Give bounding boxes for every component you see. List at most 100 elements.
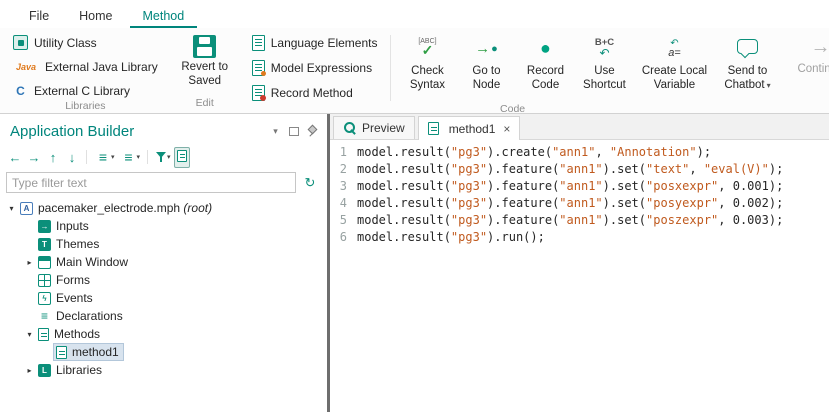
language-elements-icon (252, 35, 265, 51)
tree-item-label: Declarations (56, 309, 123, 323)
app-builder-tree: ▾Apacemaker_electrode.mph (root)→InputsT… (0, 196, 325, 412)
model-expressions-button[interactable]: Model Expressions (247, 58, 383, 78)
code-text: model.result("pg3").create("ann1", "Anno… (357, 144, 711, 161)
button-label: Utility Class (34, 36, 97, 50)
themes-icon: T (38, 238, 51, 251)
tree-item-methods[interactable]: ▾ Methods (0, 325, 325, 343)
toolbar-separator (147, 150, 148, 164)
tree-item-suffix: (root) (180, 201, 212, 215)
app-builder-toolbar (0, 144, 325, 170)
editor-tab-method1[interactable]: method1 × (418, 116, 521, 140)
check-syntax-button[interactable]: Check Syntax (399, 33, 455, 95)
collapse-nodes-menu-button[interactable] (118, 147, 143, 167)
editor-tools-toggle-button[interactable] (174, 147, 190, 168)
code-text: model.result("pg3").run(); (357, 229, 545, 246)
comsol-application-builder-window: File Home Method Utility Class External … (0, 0, 829, 412)
use-shortcut-icon (589, 35, 619, 62)
refresh-icon[interactable] (301, 174, 319, 192)
check-syntax-icon (411, 35, 443, 62)
ribbon-group-edit: Revert to Saved Edit (171, 28, 239, 113)
editor-area: Preview method1 × 1model.result("pg3").cre… (330, 114, 829, 412)
tree-item-inputs[interactable]: →Inputs (0, 217, 325, 235)
tree-item-box: ≡ Declarations (35, 307, 128, 325)
chatbot-bubble-icon (735, 35, 759, 62)
button-label: Continue (797, 63, 829, 77)
code-line: 5model.result("pg3").feature("ann1").set… (330, 212, 829, 229)
button-label: Go to Node (460, 65, 512, 93)
editor-tab-Preview[interactable]: Preview (333, 116, 415, 139)
tree-item-method1[interactable]: method1 (0, 343, 325, 361)
tree-item-label: method1 (72, 345, 119, 359)
collapse-twisty-icon[interactable]: ▾ (24, 330, 35, 339)
collapse-twisty-icon[interactable]: ▾ (6, 204, 17, 213)
move-down-icon[interactable] (63, 148, 81, 166)
record-code-button[interactable]: Record Code (517, 33, 573, 95)
editor-tab-label: method1 (449, 122, 496, 136)
java-icon (13, 59, 39, 74)
button-label: Record Code (519, 65, 571, 93)
utility-class-button[interactable]: Utility Class (8, 33, 102, 52)
tab-method[interactable]: Method (130, 3, 198, 28)
methods-icon (38, 328, 49, 341)
expand-twisty-icon[interactable]: ▸ (24, 366, 35, 375)
tree-item-main-window[interactable]: ▸Main Window (0, 253, 325, 271)
forward-icon[interactable] (25, 148, 43, 166)
close-tab-icon[interactable]: × (503, 122, 510, 136)
send-to-chatbot-button[interactable]: Send to Chatbot (716, 33, 778, 95)
tab-file[interactable]: File (16, 3, 62, 28)
declarations-icon: ≡ (38, 310, 51, 323)
tree-item-box: Main Window (35, 253, 133, 271)
group-label-edit: Edit (171, 97, 239, 113)
record-method-button[interactable]: Record Method (247, 83, 383, 103)
tree-item-themes[interactable]: TThemes (0, 235, 325, 253)
application-builder-panel: Application Builder (0, 114, 325, 412)
back-icon[interactable] (6, 148, 24, 166)
expand-twisty-icon[interactable]: ▸ (24, 258, 35, 267)
tree-item-events[interactable]: ϟEvents (0, 289, 325, 307)
button-label: External C Library (34, 84, 130, 98)
filter-input[interactable] (6, 172, 296, 193)
code-line: 3model.result("pg3").feature("ann1").set… (330, 178, 829, 195)
tab-home[interactable]: Home (66, 3, 125, 28)
external-c-library-button[interactable]: External C Library (8, 81, 135, 100)
move-up-icon[interactable] (44, 148, 62, 166)
tree-item-root[interactable]: ▾Apacemaker_electrode.mph (root) (0, 199, 325, 217)
go-to-node-button[interactable]: Go to Node (458, 33, 514, 95)
code-text: model.result("pg3").feature("ann1").set(… (357, 161, 783, 178)
code-area[interactable]: 1model.result("pg3").create("ann1", "Ann… (330, 140, 829, 412)
filter-menu-button[interactable] (153, 150, 173, 165)
button-label: Check Syntax (401, 65, 453, 93)
use-shortcut-button[interactable]: Use Shortcut (576, 33, 632, 95)
tree-item-forms[interactable]: Forms (0, 271, 325, 289)
panel-title-bar: Application Builder (0, 114, 325, 144)
tree-item-label: Libraries (56, 363, 102, 377)
button-label-text: Send to Chatbot (724, 65, 767, 91)
tree-item-libraries[interactable]: ▸LLibraries (0, 361, 325, 379)
chevron-down-icon (765, 79, 771, 91)
external-java-library-button[interactable]: External Java Library (8, 57, 163, 76)
create-local-variable-button[interactable]: Create Local Variable (635, 33, 713, 95)
code-line: 6model.result("pg3").run(); (330, 229, 829, 246)
pin-icon[interactable] (306, 126, 317, 137)
code-text: model.result("pg3").feature("ann1").set(… (357, 195, 783, 212)
panel-menu-icon[interactable] (270, 126, 281, 137)
tree-item-box: Forms (35, 271, 95, 289)
code-text: model.result("pg3").feature("ann1").set(… (357, 212, 783, 229)
expand-nodes-menu-button[interactable] (92, 147, 117, 167)
events-icon: ϟ (38, 292, 51, 305)
tree-item-declarations[interactable]: ≡ Declarations (0, 307, 325, 325)
button-label: Revert to Saved (179, 61, 231, 89)
editor-tools-icon (177, 150, 187, 162)
float-panel-icon[interactable] (288, 126, 299, 137)
revert-to-saved-button[interactable]: Revert to Saved (177, 33, 233, 91)
line-number: 6 (330, 229, 357, 246)
ribbon-group-code: Language Elements Model Expressions Reco… (241, 28, 785, 113)
tree-item-label: Methods (54, 327, 100, 341)
code-small-buttons: Language Elements Model Expressions Reco… (247, 33, 383, 103)
language-elements-button[interactable]: Language Elements (247, 33, 383, 53)
continue-button[interactable]: Continue (792, 33, 829, 79)
code-group-body: Language Elements Model Expressions Reco… (241, 28, 785, 103)
tree-item-box: Apacemaker_electrode.mph (root) (17, 199, 217, 217)
save-disk-icon (193, 35, 216, 58)
ribbon: File Home Method Utility Class External … (0, 0, 829, 114)
